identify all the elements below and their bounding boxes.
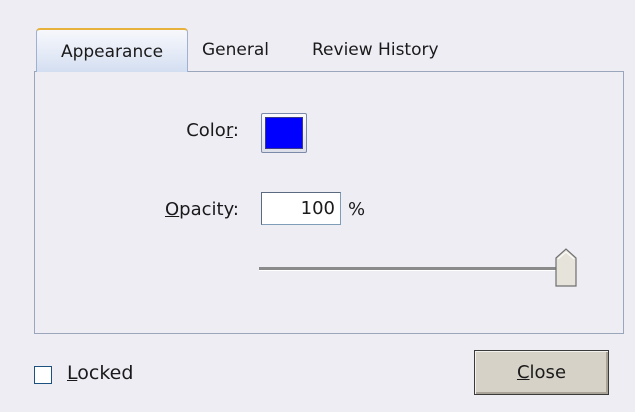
tab-review-history[interactable]: Review History xyxy=(312,28,439,72)
opacity-slider-thumb[interactable] xyxy=(554,248,578,288)
color-label: Color: xyxy=(186,120,239,141)
opacity-label: Opacity: xyxy=(165,199,239,220)
locked-checkbox[interactable] xyxy=(34,366,52,384)
color-swatch xyxy=(265,117,303,149)
locked-label[interactable]: Locked xyxy=(67,362,133,384)
opacity-unit: % xyxy=(348,199,366,220)
close-button[interactable]: Close xyxy=(474,350,609,395)
properties-dialog: Appearance General Review History Color:… xyxy=(0,0,635,412)
appearance-panel: Color: Opacity: % xyxy=(34,71,624,334)
tab-appearance[interactable]: Appearance xyxy=(36,28,188,72)
tab-general[interactable]: General xyxy=(202,28,269,72)
opacity-slider-track[interactable] xyxy=(259,267,571,271)
opacity-input[interactable] xyxy=(261,192,341,225)
color-picker-button[interactable] xyxy=(261,113,307,153)
